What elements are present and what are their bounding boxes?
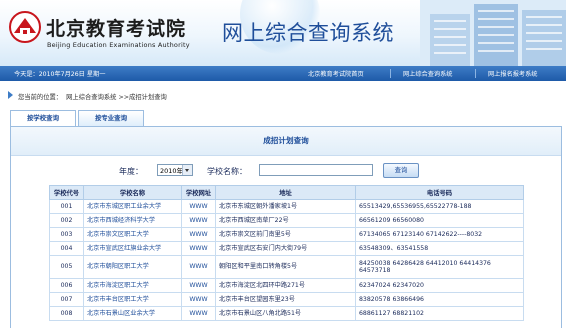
table-row: 002 北京市西城经济科学大学 WWW 北京市西城区南草厂22号 6656120… [49,213,524,228]
school-address: 北京市宣武区右安门内大街79号 [215,241,356,256]
year-select[interactable]: 2010年 [157,164,193,176]
school-phone: 68861127 68821102 [355,306,524,321]
system-title: 网上综合查询系统 [222,21,394,45]
school-code: 006 [49,278,84,293]
breadcrumb-path[interactable]: 网上综合查询系统 >>成招计划查询 [66,94,167,101]
school-website-link[interactable]: WWW [181,199,216,214]
col-header-name: 学校名称 [83,185,182,200]
breadcrumb: 您当前的位置： 网上综合查询系统 >>成招计划查询 [0,81,566,107]
query-panel: 成招计划查询 年度： 2010年 学校名称： 查询 学校代号 学校名称 学校网址… [10,126,562,328]
chevron-down-icon[interactable] [182,165,192,175]
school-website-link[interactable]: WWW [181,306,216,321]
school-name-link[interactable]: 北京市朝阳区职工大学 [83,255,182,279]
school-website-link[interactable]: WWW [181,278,216,293]
school-name-link[interactable]: 北京市海淀区职工大学 [83,278,182,293]
school-phone: 65513429,65536955,65522778-188 [355,199,524,214]
school-address: 北京市海淀区北四环中路271号 [215,278,356,293]
table-row: 001 北京市东城区职工业余大学 WWW 北京市东城区朝外潘家坡1号 65513… [49,199,524,214]
current-date: 今天是：2010年7月26日 星期一 [14,71,106,78]
school-name-input[interactable] [259,164,373,176]
school-code: 007 [49,292,84,307]
school-table: 学校代号 学校名称 学校网址 地址 电话号码 001 北京市东城区职工业余大学 … [49,185,524,321]
col-header-phone: 电话号码 [355,185,524,200]
school-phone: 66561209 66560080 [355,213,524,228]
query-button[interactable]: 查询 [383,163,419,178]
panel-title: 成招计划查询 [263,136,309,145]
breadcrumb-arrow-icon [8,91,13,99]
school-phone: 63548309、63541558 [355,241,524,256]
col-header-website: 学校网址 [181,185,216,200]
school-name-link[interactable]: 北京市宣武区红旗业余大学 [83,241,182,256]
table-row: 003 北京市崇文区职工大学 WWW 北京市崇文区前门南里5号 67134065… [49,227,524,242]
nav-link-query-system[interactable]: 网上综合查询系统 [403,69,453,78]
school-name-link[interactable]: 北京市西城经济科学大学 [83,213,182,228]
school-website-link[interactable]: WWW [181,213,216,228]
school-name-link[interactable]: 北京市东城区职工业余大学 [83,199,182,214]
nav-separator [390,69,391,78]
school-address: 北京市丰台区望园东里23号 [215,292,356,307]
building-illustration [420,0,566,66]
school-phone: 62347024 62347020 [355,278,524,293]
table-row: 004 北京市宣武区红旗业余大学 WWW 北京市宣武区右安门内大街79号 635… [49,241,524,256]
school-phone: 67134065 67123140 67142622----8032 [355,227,524,242]
col-header-address: 地址 [215,185,356,200]
school-code: 001 [49,199,84,214]
school-website-link[interactable]: WWW [181,241,216,256]
school-address: 北京市西城区南草厂22号 [215,213,356,228]
header-banner: 北京教育考试院 Beijing Education Examinations A… [0,0,566,66]
school-code: 008 [49,306,84,321]
school-code: 003 [49,227,84,242]
breadcrumb-text: 您当前的位置： 网上综合查询系统 >>成招计划查询 [18,92,167,101]
school-name-label: 学校名称： [207,167,247,176]
beijing-exam-logo-icon [9,11,41,43]
school-website-link[interactable]: WWW [181,255,216,279]
table-row: 007 北京市丰台区职工大学 WWW 北京市丰台区望园东里23号 8382057… [49,292,524,307]
school-address: 北京市崇文区前门南里5号 [215,227,356,242]
school-website-link[interactable]: WWW [181,227,216,242]
logo-english-name: Beijing Education Examinations Authority [47,41,190,49]
logo-chinese-name: 北京教育考试院 [46,18,187,40]
table-row: 005 北京市朝阳区职工大学 WWW 朝阳区和平里南口转角楼5号 8425003… [49,255,524,279]
school-code: 002 [49,213,84,228]
table-row: 006 北京市海淀区职工大学 WWW 北京市海淀区北四环中路271号 62347… [49,278,524,293]
school-phone: 84250038 64286428 64412010 64414376 6457… [355,255,524,279]
breadcrumb-label: 您当前的位置： [18,94,63,101]
school-code: 005 [49,255,84,279]
school-address: 朝阳区和平里南口转角楼5号 [215,255,356,279]
school-phone: 83820578 63866496 [355,292,524,307]
school-name-link[interactable]: 北京市崇文区职工大学 [83,227,182,242]
school-website-link[interactable]: WWW [181,292,216,307]
tab-by-major[interactable]: 按专业查询 [78,110,144,126]
table-header-row: 学校代号 学校名称 学校网址 地址 电话号码 [49,185,524,200]
year-label: 年度： [119,167,143,176]
tab-by-school[interactable]: 按学校查询 [10,110,76,126]
school-name-link[interactable]: 北京市石景山区业余大学 [83,306,182,321]
year-select-value: 2010年 [160,167,184,175]
school-code: 004 [49,241,84,256]
table-row: 008 北京市石景山区业余大学 WWW 北京市石景山区八角北路51号 68861… [49,306,524,321]
school-name-link[interactable]: 北京市丰台区职工大学 [83,292,182,307]
panel-header: 成招计划查询 [11,127,561,156]
nav-link-exam-home[interactable]: 北京教育考试院首页 [308,69,364,78]
search-form: 年度： 2010年 学校名称： 查询 [11,163,561,181]
school-address: 北京市东城区朝外潘家坡1号 [215,199,356,214]
nav-link-registration-system[interactable]: 网上报名报考系统 [488,69,538,78]
school-address: 北京市石景山区八角北路51号 [215,306,356,321]
top-navbar: 今天是：2010年7月26日 星期一 北京教育考试院首页 网上综合查询系统 网上… [0,66,566,81]
nav-separator [475,69,476,78]
col-header-code: 学校代号 [49,185,84,200]
